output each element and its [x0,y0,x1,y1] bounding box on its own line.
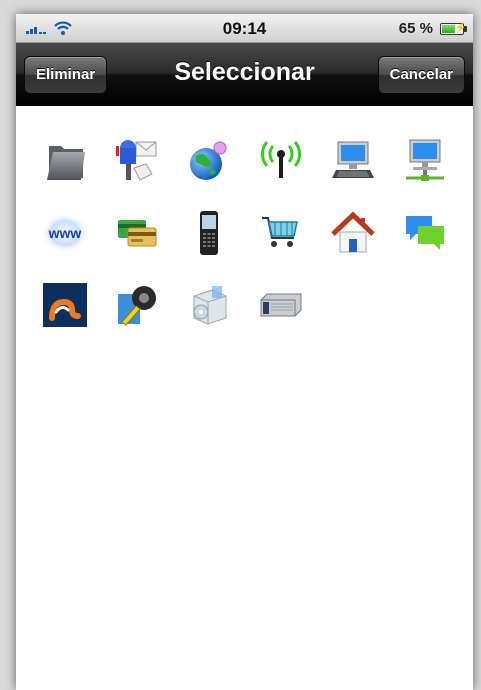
home-icon[interactable] [327,207,379,259]
app-logo-icon[interactable] [39,279,91,331]
credit-cards-icon[interactable] [111,207,163,259]
www-icon[interactable]: www [39,207,91,259]
battery-icon: ⚡ [440,23,467,35]
installer-box-icon[interactable] [183,279,235,331]
chat-bubbles-icon[interactable] [399,207,451,259]
mobile-phone-icon[interactable] [183,207,235,259]
folder-icon[interactable] [39,135,91,187]
shopping-cart-icon[interactable] [255,207,307,259]
router-device-icon[interactable] [255,279,307,331]
computer-icon[interactable] [327,135,379,187]
cancel-button[interactable]: Cancelar [377,56,465,94]
phone-screen: 09:14 65 % ⚡ Eliminar Seleccionar Cancel… [16,14,473,690]
battery-percent: 65 % [398,20,433,37]
antenna-icon[interactable] [255,135,307,187]
mailbox-icon[interactable] [111,135,163,187]
tape-measure-icon[interactable] [111,279,163,331]
status-bar: 09:14 65 % ⚡ [16,14,473,43]
navigation-bar: Eliminar Seleccionar Cancelar [16,43,473,106]
globe-icon[interactable] [183,135,235,187]
network-computer-icon[interactable] [399,135,451,187]
www-label: www [48,225,82,241]
